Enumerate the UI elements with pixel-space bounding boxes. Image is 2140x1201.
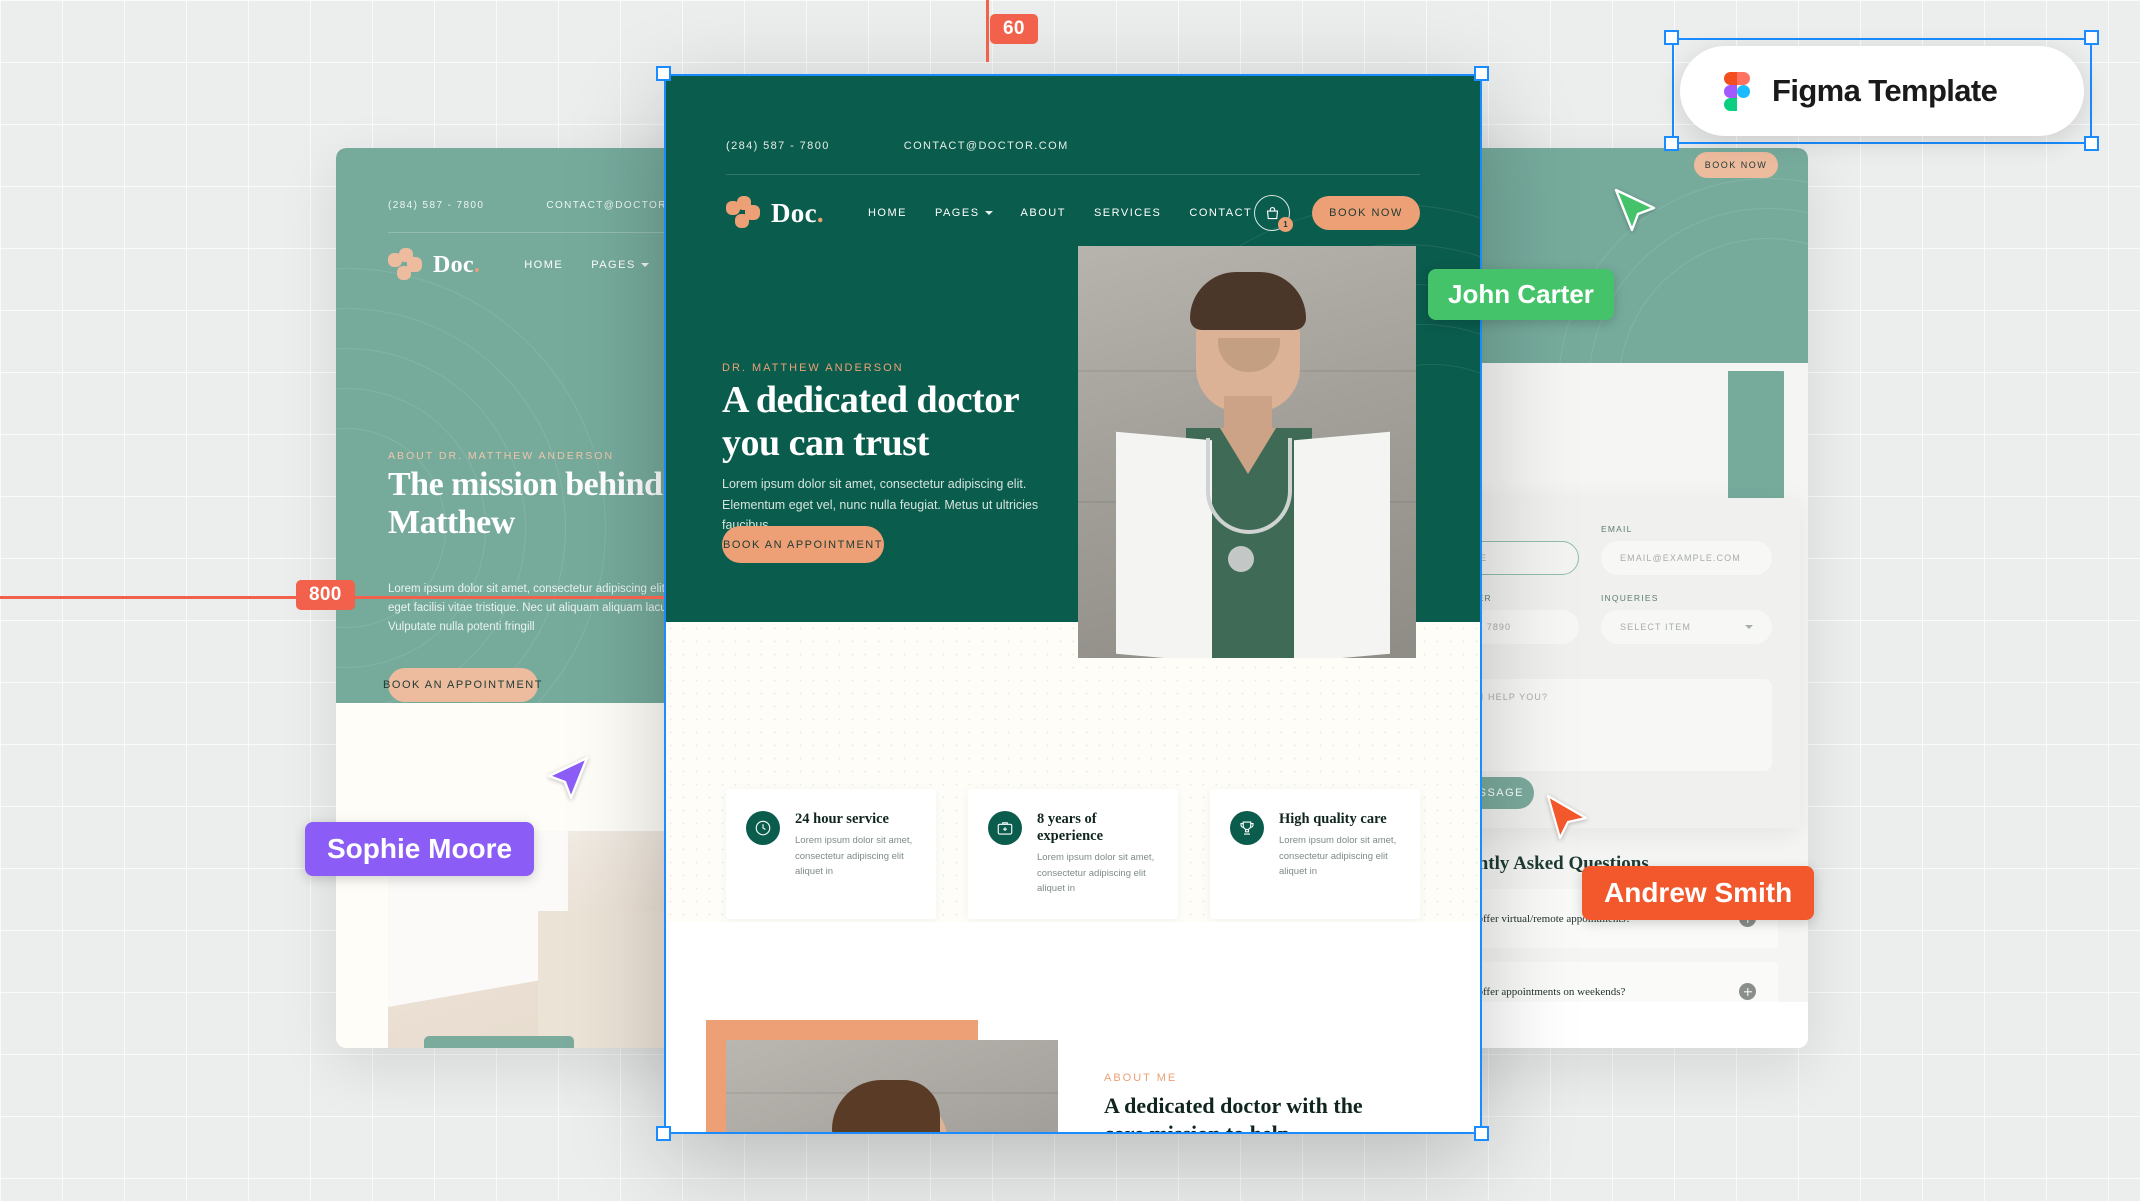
- main-email: CONTACT@DOCTOR.COM: [903, 140, 1069, 152]
- email-label: EMAIL: [1601, 524, 1633, 534]
- measurement-guide-vertical: [986, 0, 989, 62]
- medical-cross-logo-icon: [726, 196, 760, 230]
- figma-template-label: Figma Template: [1772, 73, 1998, 108]
- main-nav-home[interactable]: HOME: [868, 207, 907, 219]
- main-nav-about[interactable]: ABOUT: [1021, 207, 1066, 219]
- cart-badge: 1: [1278, 217, 1293, 232]
- right-book-now-button[interactable]: BOOK NOW: [1694, 152, 1778, 178]
- cursor-label-john-carter: John Carter: [1428, 269, 1614, 320]
- main-book-now-button[interactable]: BOOK NOW: [1312, 196, 1420, 230]
- main-nav-right: 1 BOOK NOW: [1254, 195, 1420, 232]
- feature-body: Lorem ipsum dolor sit amet, consectetur …: [1037, 852, 1155, 895]
- cursor-andrew-smith: [1546, 794, 1590, 842]
- main-logo-name: Doc: [771, 197, 817, 228]
- medical-kit-icon: [988, 811, 1022, 845]
- resize-handle-top-left[interactable]: [656, 66, 671, 81]
- left-logo-dot: .: [473, 252, 481, 278]
- main-logo[interactable]: Doc.: [726, 196, 824, 230]
- feature-card[interactable]: High quality care Lorem ipsum dolor sit …: [1210, 789, 1420, 920]
- main-phone: (284) 587 - 7800: [726, 140, 830, 152]
- left-hero-eyebrow: ABOUT DR. MATTHEW ANDERSON: [388, 450, 615, 462]
- doctor-profile-photo: [726, 1040, 1058, 1134]
- main-logo-dot: .: [816, 197, 824, 228]
- cursor-label-andrew-smith: Andrew Smith: [1582, 866, 1815, 920]
- feature-card[interactable]: 8 years of experience Lorem ipsum dolor …: [968, 789, 1178, 920]
- hero-appointment-button[interactable]: BOOK AN APPOINTMENT: [722, 526, 884, 563]
- feature-card[interactable]: 24 hour service Lorem ipsum dolor sit am…: [726, 789, 936, 920]
- feature-body: Lorem ipsum dolor sit amet, consectetur …: [795, 835, 913, 878]
- left-appointment-button[interactable]: BOOK AN APPOINTMENT: [383, 668, 541, 702]
- measurement-label-800: 800: [296, 580, 355, 610]
- left-phone: (284) 587 - 7800: [388, 200, 485, 211]
- feature-title: High quality care: [1279, 811, 1387, 827]
- email-field[interactable]: EMAIL EMAIL@EXAMPLE.COM: [1601, 524, 1772, 575]
- feature-body: Lorem ipsum dolor sit amet, consectetur …: [1279, 835, 1397, 878]
- cursor-john-carter: [1614, 186, 1658, 234]
- email-input[interactable]: EMAIL@EXAMPLE.COM: [1601, 541, 1772, 575]
- about-me-title: A dedicated doctor with the core mission…: [1104, 1093, 1363, 1134]
- left-nav-home[interactable]: HOME: [524, 259, 563, 271]
- plus-icon[interactable]: [1739, 983, 1756, 1000]
- pill-resize-handle-bottom-left[interactable]: [1664, 136, 1679, 151]
- main-topbar-divider: [726, 174, 1420, 175]
- left-logo[interactable]: Doc.: [388, 248, 480, 282]
- main-topbar: (284) 587 - 7800 CONTACT@DOCTOR.COM: [726, 140, 1069, 152]
- chevron-down-icon: [640, 263, 649, 267]
- pill-resize-handle-top-left[interactable]: [1664, 30, 1679, 45]
- pill-resize-handle-bottom-right[interactable]: [2084, 136, 2099, 151]
- shopping-bag-icon[interactable]: 1: [1254, 195, 1293, 232]
- feature-title: 8 years of experience: [1037, 811, 1104, 844]
- figma-logo-icon: [1724, 71, 1750, 111]
- left-nav-pages[interactable]: PAGES: [591, 259, 649, 271]
- cursor-label-sophie-moore: Sophie Moore: [305, 822, 535, 876]
- selected-artboard[interactable]: (284) 587 - 7800 CONTACT@DOCTOR.COM Doc.…: [664, 74, 1482, 1134]
- about-me-section: ABOUT ME A dedicated doctor with the cor…: [664, 922, 1482, 1134]
- left-page-topbar: (284) 587 - 7800 CONTACT@DOCTOR.COM: [388, 200, 699, 211]
- measurement-label-60: 60: [990, 14, 1038, 44]
- right-nav-right: BOOK NOW: [1694, 152, 1778, 178]
- chevron-down-icon: [984, 211, 993, 215]
- main-nav-links: HOME PAGES ABOUT SERVICES CONTACT: [868, 207, 1252, 219]
- hero-title: A dedicated doctor you can trust: [722, 379, 1019, 464]
- medical-cross-logo-icon: [388, 248, 422, 282]
- about-me-eyebrow: ABOUT ME: [1104, 1072, 1178, 1084]
- inqueries-select[interactable]: SELECT ITEM: [1601, 610, 1772, 644]
- inqueries-value: SELECT ITEM: [1620, 622, 1691, 632]
- doctor-portrait-photo: [1078, 246, 1416, 658]
- inqueries-field[interactable]: INQUERIES SELECT ITEM: [1601, 593, 1772, 644]
- main-nav-pages[interactable]: PAGES: [935, 207, 993, 219]
- inqueries-label: INQUERIES: [1601, 593, 1659, 603]
- clock-icon: [746, 811, 780, 845]
- main-nav-contact[interactable]: CONTACT: [1189, 207, 1252, 219]
- trophy-icon: [1230, 811, 1264, 845]
- resize-handle-bottom-left[interactable]: [656, 1126, 671, 1141]
- resize-handle-bottom-right[interactable]: [1474, 1126, 1489, 1141]
- pill-resize-handle-top-right[interactable]: [2084, 30, 2099, 45]
- main-navbar: Doc. HOME PAGES ABOUT SERVICES CONTACT 1…: [726, 190, 1420, 236]
- chevron-down-icon: [1745, 625, 1753, 629]
- hero-eyebrow: DR. MATTHEW ANDERSON: [722, 362, 904, 374]
- feature-cards: 24 hour service Lorem ipsum dolor sit am…: [726, 789, 1420, 920]
- feature-title: 24 hour service: [795, 811, 889, 827]
- cursor-sophie-moore: [545, 754, 589, 802]
- left-logo-name: Doc: [433, 252, 474, 278]
- resize-handle-top-right[interactable]: [1474, 66, 1489, 81]
- figma-template-pill[interactable]: Figma Template: [1680, 46, 2084, 136]
- features-section: 24 hour service Lorem ipsum dolor sit am…: [664, 622, 1482, 922]
- main-nav-services[interactable]: SERVICES: [1094, 207, 1161, 219]
- about-me-text: ABOUT ME A dedicated doctor with the cor…: [1104, 1072, 1404, 1134]
